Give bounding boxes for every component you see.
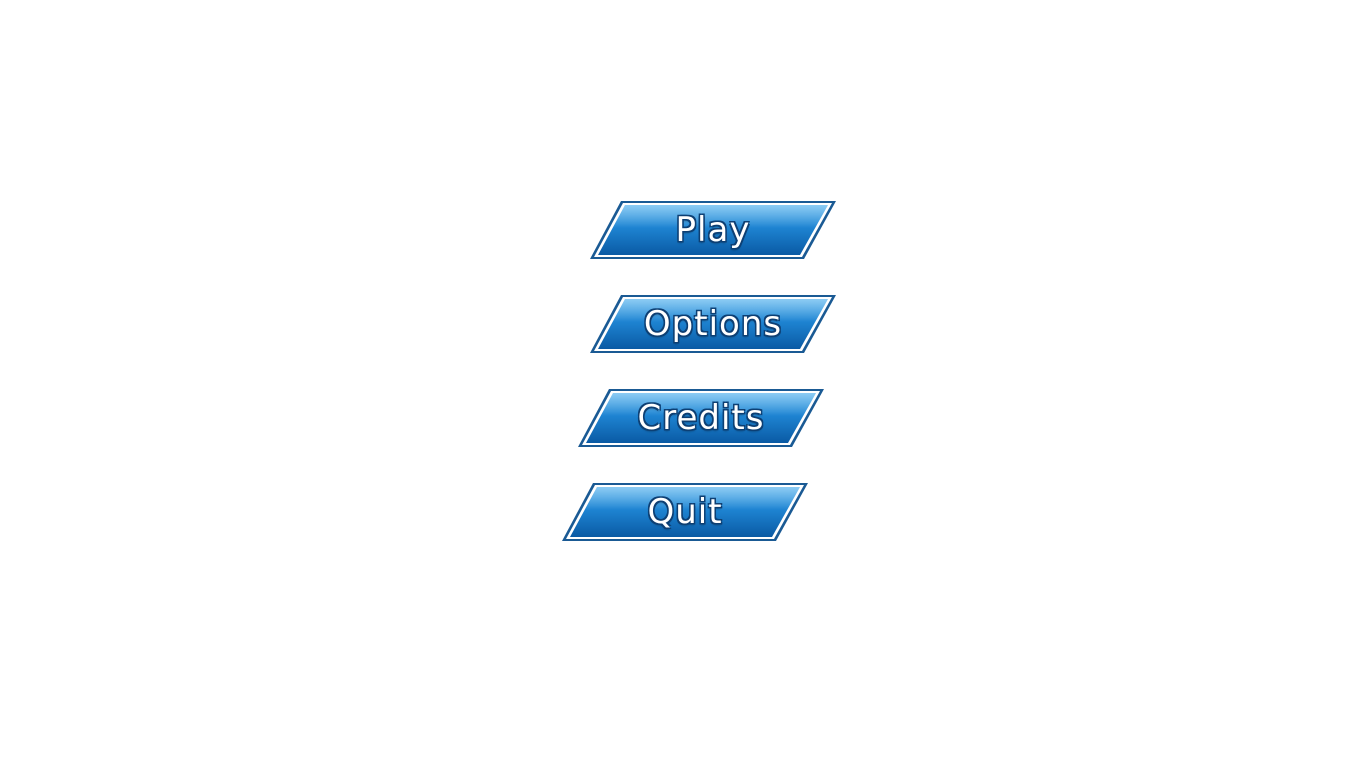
credits-button-shape — [578, 389, 824, 447]
options-button-shape — [590, 295, 836, 353]
main-menu-screen: Play Options Credits Quit — [0, 0, 1366, 768]
credits-button[interactable]: Credits — [577, 388, 825, 448]
quit-button[interactable]: Quit — [561, 482, 809, 542]
play-button[interactable]: Play — [589, 200, 837, 260]
play-button-shape — [590, 201, 836, 259]
quit-button-shape — [562, 483, 808, 541]
options-button[interactable]: Options — [589, 294, 837, 354]
